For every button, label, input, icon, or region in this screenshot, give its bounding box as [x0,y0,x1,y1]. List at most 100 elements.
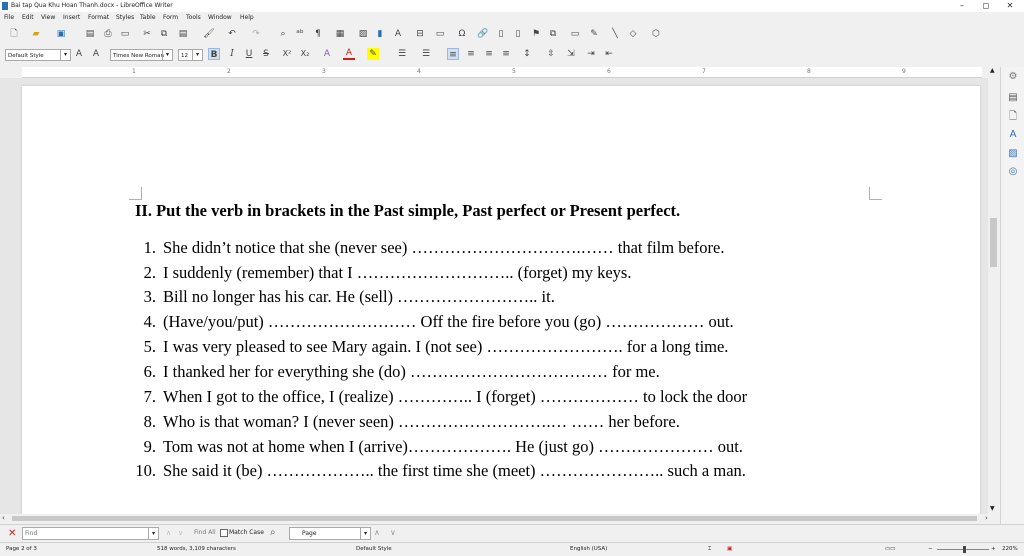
scroll-left-icon[interactable]: ‹ [2,514,5,523]
document-area[interactable]: II. Put the verb in brackets in the Past… [0,78,988,514]
highlight-color-icon[interactable]: ✎ [367,48,379,60]
zoom-level[interactable]: 220% [1002,543,1018,556]
horizontal-scroll-thumb[interactable] [12,516,977,521]
search-scope-select[interactable]: Page ▾ [289,527,371,540]
document-page[interactable]: II. Put the verb in brackets in the Past… [22,86,980,514]
update-style-icon[interactable]: A [73,48,85,60]
insert-table-icon[interactable]: ▦ [334,28,346,40]
zoom-out-icon[interactable]: − [928,543,933,556]
scroll-right-icon[interactable]: › [985,514,988,523]
menu-window[interactable]: Window [208,12,232,24]
insert-line-icon[interactable]: ╲ [609,28,621,40]
superscript-icon[interactable]: X² [281,48,293,60]
basic-shapes-icon[interactable]: ◇ [627,28,639,40]
new-document-icon[interactable]: 🗋 [8,28,20,40]
menu-view[interactable]: View [41,12,55,24]
minimize-button[interactable]: – [952,0,972,12]
match-case-checkbox[interactable] [220,529,228,537]
insert-textbox-icon[interactable]: A [392,28,404,40]
open-folder-icon[interactable]: ▰ [30,28,42,40]
menu-styles[interactable]: Styles [116,12,134,24]
find-replace-icon[interactable]: ⌕ [277,28,289,40]
view-layout-icon[interactable]: ▭▭ [885,543,895,556]
decrease-indent-icon[interactable]: ⇤ [603,48,615,60]
export-pdf-icon[interactable]: ▤ [84,28,96,40]
font-size-select[interactable]: 12 ▾ [178,49,203,61]
copy-icon[interactable]: ⧉ [158,28,170,40]
font-name-select[interactable]: Times New Roman ▾ [110,49,173,61]
gallery-icon[interactable]: ▨ [1007,148,1019,160]
paragraph-style-select[interactable]: Default Style ▾ [5,49,71,61]
menu-table[interactable]: Table [140,12,156,24]
italic-icon[interactable]: I [226,48,238,60]
find-input[interactable] [22,527,152,540]
clear-formatting-icon[interactable]: A [321,48,333,60]
cut-icon[interactable]: ✂ [141,28,153,40]
scroll-down-icon[interactable]: ▼ [990,505,995,512]
redo-icon[interactable]: ↷ [250,28,262,40]
bullet-list-icon[interactable]: ☰ [396,48,408,60]
align-center-icon[interactable]: ≡ [465,48,477,60]
find-previous-icon[interactable]: ∧ [166,529,171,537]
special-character-icon[interactable]: Ω [456,28,468,40]
menu-format[interactable]: Format [88,12,109,24]
menu-help[interactable]: Help [240,12,254,24]
paragraph-spacing-icon[interactable]: ⇳ [545,48,557,60]
page-count[interactable]: Page 2 of 3 [6,543,37,556]
insert-field-icon[interactable]: ▭ [434,28,446,40]
subscript-icon[interactable]: X₂ [299,48,311,60]
sidebar-settings-icon[interactable]: ⚙ [1007,71,1019,83]
insert-comment-icon[interactable]: ▭ [569,28,581,40]
menu-edit[interactable]: Edit [22,12,34,24]
close-button[interactable]: ✕ [1000,0,1020,12]
chevron-down-icon[interactable]: ▾ [148,527,159,540]
font-color-icon[interactable]: A [343,48,355,60]
language[interactable]: English (USA) [570,543,607,556]
navigator-icon[interactable]: ◎ [1007,166,1019,178]
bold-icon[interactable]: B [208,48,220,60]
strikethrough-icon[interactable]: S [260,48,272,60]
page-icon[interactable]: 🗋 [1007,111,1019,123]
insert-cross-reference-icon[interactable]: ⧉ [547,28,559,40]
underline-icon[interactable]: U [243,48,255,60]
clone-formatting-icon[interactable]: 🖌 [203,28,215,40]
page-style[interactable]: Default Style [356,543,392,556]
insert-mode-icon[interactable]: ⌶ [708,543,711,556]
increase-indent-icon[interactable]: ⇥ [585,48,597,60]
scroll-up-icon[interactable]: ▲ [990,67,995,74]
find-all-button[interactable]: Find All [194,529,216,536]
zoom-slider-thumb[interactable] [963,546,966,553]
print-icon[interactable]: ⎙ [102,28,114,40]
menu-file[interactable]: File [4,12,14,24]
justify-icon[interactable]: ≡ [500,48,512,60]
maximize-button[interactable]: ◻ [976,0,996,12]
align-left-icon[interactable]: ≡ [447,48,459,60]
align-right-icon[interactable]: ≡ [483,48,495,60]
decrease-spacing-icon[interactable]: ⇲ [565,48,577,60]
menu-insert[interactable]: Insert [63,12,80,24]
word-count[interactable]: 518 words, 3,109 characters [157,543,236,556]
menu-form[interactable]: Form [163,12,178,24]
previous-element-icon[interactable]: ∧ [374,528,380,537]
insert-page-break-icon[interactable]: ⊟ [414,28,426,40]
vertical-scroll-thumb[interactable] [990,218,997,267]
find-next-icon[interactable]: ∨ [178,529,183,537]
next-element-icon[interactable]: ∨ [390,528,396,537]
zoom-in-icon[interactable]: + [991,543,996,556]
insert-image-icon[interactable]: ▨ [357,28,369,40]
paste-icon[interactable]: ▤ [177,28,189,40]
new-style-icon[interactable]: A [90,48,102,60]
undo-icon[interactable]: ↶ [226,28,238,40]
horizontal-scrollbar[interactable]: ‹ › [0,514,999,524]
numbered-list-icon[interactable]: ☰ [420,48,432,60]
horizontal-ruler[interactable]: 1 2 3 4 5 6 7 8 9 [22,67,982,78]
find-replace-icon[interactable]: ⌕ [270,527,276,538]
vertical-scrollbar[interactable]: ▲ ▼ [988,67,999,514]
track-changes-icon[interactable]: ✎ [588,28,600,40]
spelling-icon[interactable]: ᵃᵇ [294,28,306,40]
insert-hyperlink-icon[interactable]: 🔗 [477,28,489,40]
save-icon[interactable]: ▣ [55,28,67,40]
print-preview-icon[interactable]: ▭ [119,28,131,40]
close-findbar-icon[interactable]: ✕ [8,528,16,540]
line-spacing-icon[interactable]: ↕ [521,48,533,60]
